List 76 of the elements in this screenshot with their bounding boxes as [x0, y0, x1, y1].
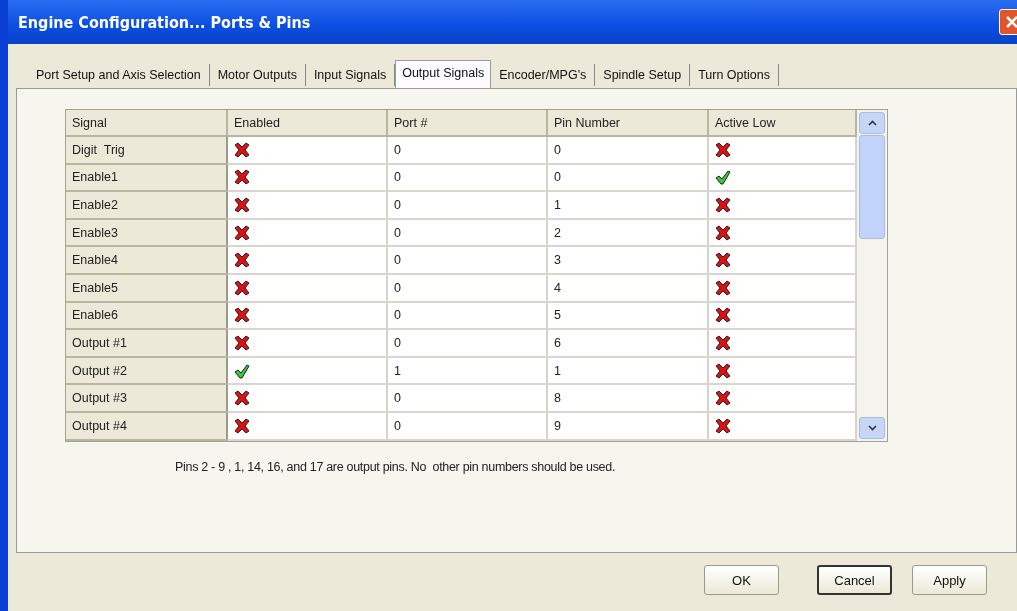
cross-icon[interactable] — [234, 307, 250, 324]
cross-icon[interactable] — [715, 197, 731, 213]
cross-icon[interactable] — [234, 279, 250, 296]
table-cell: 0 — [387, 273, 547, 302]
cross-icon[interactable] — [715, 141, 731, 158]
table-cell: 1 — [547, 191, 708, 219]
cross-icon[interactable] — [234, 169, 250, 186]
table-cell: 0 — [387, 411, 547, 440]
cross-icon[interactable] — [715, 252, 731, 269]
cross-icon[interactable] — [234, 417, 250, 434]
signal-cell: Enable2 — [66, 191, 227, 219]
cross-icon[interactable] — [715, 224, 731, 241]
signal-cell: Output #1 — [66, 329, 227, 357]
column-header[interactable]: Port # — [387, 110, 547, 136]
table-cell: 4 — [547, 273, 708, 302]
signal-cell: Enable1 — [66, 163, 227, 192]
table-cell: 0 — [387, 191, 547, 219]
table-cell: 9 — [547, 411, 708, 440]
signal-cell: Enable6 — [66, 301, 227, 330]
column-header[interactable]: Pin Number — [547, 110, 708, 136]
scroll-up-button[interactable] — [859, 112, 885, 134]
tab[interactable]: Turn Options — [690, 64, 779, 86]
table-cell: 2 — [547, 218, 708, 247]
table-cell: 0 — [547, 136, 708, 164]
dialog-button[interactable]: OK — [704, 565, 779, 595]
table-cell: 8 — [547, 384, 708, 412]
cross-icon[interactable] — [715, 362, 731, 379]
cross-icon[interactable] — [715, 279, 731, 296]
signal-cell: Enable4 — [66, 246, 227, 274]
table-cell: 3 — [547, 246, 708, 274]
table-cell: 0 — [387, 218, 547, 247]
table-cell: 6 — [547, 329, 708, 357]
signal-cell: Digit Trig — [66, 136, 227, 164]
signal-cell: Output #4 — [66, 411, 227, 440]
cross-icon[interactable] — [715, 334, 731, 351]
dialog-button[interactable]: Apply — [912, 565, 987, 595]
cross-icon[interactable] — [234, 224, 250, 241]
cross-icon[interactable] — [234, 390, 250, 407]
table-cell: 0 — [547, 163, 708, 192]
dialog-button[interactable]: Cancel — [817, 565, 892, 595]
cross-icon[interactable] — [234, 197, 250, 213]
signal-cell: Enable5 — [66, 273, 227, 302]
column-header[interactable]: Enabled — [227, 110, 387, 136]
cross-icon[interactable] — [715, 307, 731, 324]
table-cell: 0 — [387, 329, 547, 357]
scroll-down-button[interactable] — [859, 416, 885, 439]
tab[interactable]: Motor Outputs — [209, 64, 306, 86]
table-cell: 0 — [387, 384, 547, 412]
signal-cell: Output #2 — [66, 356, 227, 385]
column-header[interactable]: Signal — [66, 110, 227, 136]
checkmark-icon[interactable] — [234, 362, 250, 379]
table-cell: 1 — [547, 356, 708, 385]
table-cell: 0 — [387, 163, 547, 192]
table-cell: 1 — [387, 356, 547, 385]
note-text: Pins 2 - 9 , 1, 14, 16, and 17 are output pins. No other pin numbers should be used. — [174, 458, 617, 474]
scrollbar[interactable] — [857, 110, 887, 441]
column-header[interactable]: Active Low — [708, 110, 857, 136]
table-cell: 0 — [387, 301, 547, 330]
cross-icon[interactable] — [715, 390, 731, 407]
window-title: Engine Configuration... Ports & Pins — [17, 12, 311, 32]
checkmark-icon[interactable] — [715, 169, 731, 186]
tab[interactable]: Spindle Setup — [595, 64, 691, 86]
cross-icon[interactable] — [715, 417, 731, 434]
cross-icon[interactable] — [234, 252, 250, 269]
table-cell: 0 — [387, 136, 547, 164]
close-icon — [1005, 15, 1017, 29]
cross-icon[interactable] — [234, 334, 250, 351]
scroll-thumb[interactable] — [859, 135, 885, 239]
cross-icon[interactable] — [234, 141, 250, 158]
tab[interactable]: Encoder/MPG's — [491, 64, 596, 86]
tab[interactable]: Output Signals — [395, 60, 492, 88]
table-cell: 0 — [387, 246, 547, 274]
table-cell: 5 — [547, 301, 708, 330]
signal-cell: Enable3 — [66, 218, 227, 247]
tab[interactable]: Port Setup and Axis Selection — [28, 64, 210, 86]
signal-cell: Output #3 — [66, 384, 227, 412]
